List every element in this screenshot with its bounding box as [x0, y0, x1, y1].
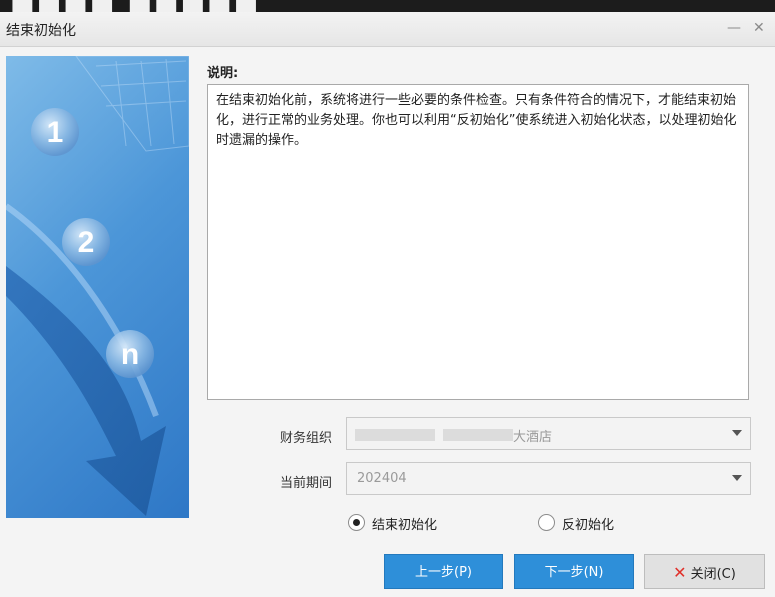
close-x-icon: ✕: [673, 563, 687, 582]
wizard-banner-art: 1 2 n: [6, 56, 189, 516]
chevron-down-icon: [732, 430, 742, 436]
title-bar: 结束初始化 — ✕: [0, 12, 775, 47]
radio-selected-dot: [353, 519, 360, 526]
period-label: 当前期间: [279, 476, 332, 491]
step-1-label: 1: [47, 116, 64, 149]
org-label: 财务组织: [279, 431, 332, 446]
description-text: 在结束初始化前，系统将进行一些必要的条件检查。只有条件符合的情况下，才能结束初始…: [207, 84, 749, 400]
redacted-text: [443, 429, 513, 441]
radio-circle: [348, 514, 365, 531]
close-button[interactable]: ✕ 关闭(C): [644, 554, 765, 589]
prev-button[interactable]: 上一步(P): [384, 554, 503, 589]
minimize-icon[interactable]: —: [727, 20, 741, 36]
org-select[interactable]: 大酒店: [346, 417, 751, 450]
close-icon[interactable]: ✕: [753, 20, 765, 36]
next-button[interactable]: 下一步(N): [514, 554, 634, 589]
end-initialization-dialog: 结束初始化 — ✕ 1 2 n 说明: 在结束初始化前，系统将进行一些必要的条件…: [0, 12, 775, 597]
radio-reverse-init-label: 反初始化: [562, 518, 615, 533]
radio-circle: [538, 514, 555, 531]
radio-end-init-label: 结束初始化: [372, 518, 438, 533]
step-2-label: 2: [78, 226, 95, 259]
close-button-label: 关闭(C): [690, 567, 736, 582]
redacted-text: [355, 429, 435, 441]
description-label: 说明:: [207, 66, 239, 81]
wizard-banner: 1 2 n: [6, 56, 189, 518]
background-window-strip: ■■■■ ■■■■■: [0, 0, 775, 12]
step-n-label: n: [121, 338, 139, 371]
chevron-down-icon: [732, 475, 742, 481]
period-select[interactable]: 202404: [346, 462, 751, 495]
org-value: 大酒店: [513, 430, 553, 445]
period-value: 202404: [357, 471, 407, 486]
arrow-graphic: [6, 266, 166, 516]
dialog-title: 结束初始化: [6, 23, 76, 39]
